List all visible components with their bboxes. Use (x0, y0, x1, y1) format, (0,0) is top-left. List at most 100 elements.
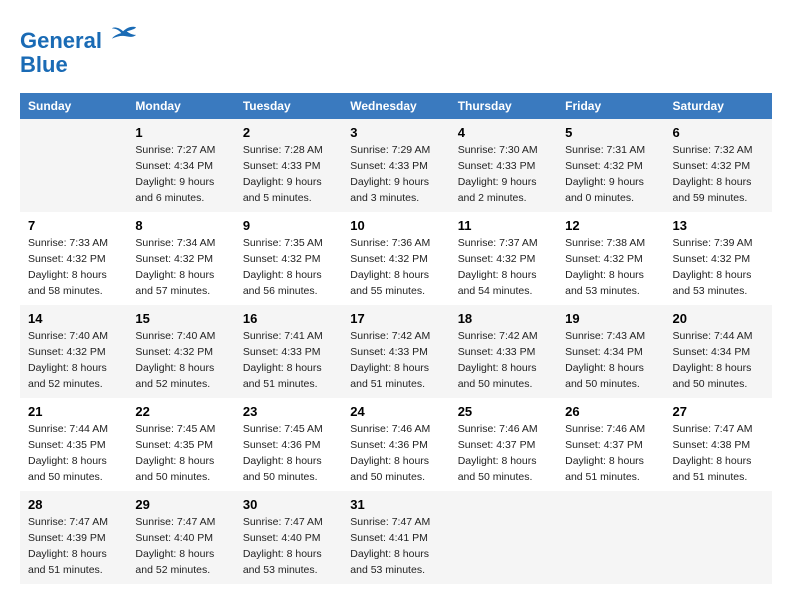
calendar-cell: 30 Sunrise: 7:47 AM Sunset: 4:40 PM Dayli… (235, 491, 342, 584)
calendar-cell: 27 Sunrise: 7:47 AM Sunset: 4:38 PM Dayli… (665, 398, 772, 491)
day-number: 3 (350, 125, 441, 140)
logo-blue: Blue (20, 52, 68, 77)
day-info: Sunrise: 7:38 AM Sunset: 4:32 PM Dayligh… (565, 236, 656, 299)
day-info: Sunrise: 7:47 AM Sunset: 4:40 PM Dayligh… (243, 515, 334, 578)
day-info: Sunrise: 7:46 AM Sunset: 4:36 PM Dayligh… (350, 422, 441, 485)
day-number: 13 (673, 218, 764, 233)
day-number: 25 (458, 404, 549, 419)
day-number: 30 (243, 497, 334, 512)
calendar-cell (557, 491, 664, 584)
day-info: Sunrise: 7:45 AM Sunset: 4:35 PM Dayligh… (135, 422, 226, 485)
day-number: 24 (350, 404, 441, 419)
day-number: 1 (135, 125, 226, 140)
calendar-cell: 9Sunrise: 7:35 AM Sunset: 4:32 PM Daylig… (235, 212, 342, 305)
calendar-cell: 2Sunrise: 7:28 AM Sunset: 4:33 PM Daylig… (235, 119, 342, 212)
calendar-cell: 10 Sunrise: 7:36 AM Sunset: 4:32 PM Dayli… (342, 212, 449, 305)
day-number: 10 (350, 218, 441, 233)
week-row-3: 14 Sunrise: 7:40 AM Sunset: 4:32 PM Dayli… (20, 305, 772, 398)
day-number: 15 (135, 311, 226, 326)
calendar-cell: 11 Sunrise: 7:37 AM Sunset: 4:32 PM Dayli… (450, 212, 557, 305)
day-number: 18 (458, 311, 549, 326)
day-number: 28 (28, 497, 119, 512)
day-number: 29 (135, 497, 226, 512)
day-number: 12 (565, 218, 656, 233)
day-info: Sunrise: 7:34 AM Sunset: 4:32 PM Dayligh… (135, 236, 226, 299)
calendar-cell: 8 Sunrise: 7:34 AM Sunset: 4:32 PM Daylig… (127, 212, 234, 305)
header-cell-tuesday: Tuesday (235, 93, 342, 119)
week-row-2: 7 Sunrise: 7:33 AM Sunset: 4:32 PM Daylig… (20, 212, 772, 305)
day-number: 23 (243, 404, 334, 419)
header-cell-wednesday: Wednesday (342, 93, 449, 119)
day-info: Sunrise: 7:47 AM Sunset: 4:38 PM Dayligh… (673, 422, 764, 485)
header-cell-thursday: Thursday (450, 93, 557, 119)
calendar-cell: 5 Sunrise: 7:31 AM Sunset: 4:32 PM Daylig… (557, 119, 664, 212)
header-cell-saturday: Saturday (665, 93, 772, 119)
day-info: Sunrise: 7:32 AM Sunset: 4:32 PM Dayligh… (673, 143, 764, 206)
day-number: 31 (350, 497, 441, 512)
header-cell-monday: Monday (127, 93, 234, 119)
day-info: Sunrise: 7:31 AM Sunset: 4:32 PM Dayligh… (565, 143, 656, 206)
week-row-4: 21 Sunrise: 7:44 AM Sunset: 4:35 PM Dayli… (20, 398, 772, 491)
day-info: Sunrise: 7:35 AM Sunset: 4:32 PM Dayligh… (243, 236, 334, 299)
day-info: Sunrise: 7:43 AM Sunset: 4:34 PM Dayligh… (565, 329, 656, 392)
header-row: SundayMondayTuesdayWednesdayThursdayFrid… (20, 93, 772, 119)
day-info: Sunrise: 7:33 AM Sunset: 4:32 PM Dayligh… (28, 236, 119, 299)
day-number: 19 (565, 311, 656, 326)
calendar-cell: 29 Sunrise: 7:47 AM Sunset: 4:40 PM Dayli… (127, 491, 234, 584)
calendar-cell: 23 Sunrise: 7:45 AM Sunset: 4:36 PM Dayli… (235, 398, 342, 491)
day-number: 11 (458, 218, 549, 233)
day-info: Sunrise: 7:44 AM Sunset: 4:34 PM Dayligh… (673, 329, 764, 392)
calendar-cell: 14Sunrise: 7:40 AM Sunset: 4:32 PM Dayli… (20, 305, 127, 398)
day-info: Sunrise: 7:27 AM Sunset: 4:34 PM Dayligh… (135, 143, 226, 206)
calendar-cell: 1 Sunrise: 7:27 AM Sunset: 4:34 PM Daylig… (127, 119, 234, 212)
page-header: General Blue (20, 20, 772, 77)
day-number: 6 (673, 125, 764, 140)
day-info: Sunrise: 7:30 AM Sunset: 4:33 PM Dayligh… (458, 143, 549, 206)
day-info: Sunrise: 7:46 AM Sunset: 4:37 PM Dayligh… (565, 422, 656, 485)
calendar-cell: 31 Sunrise: 7:47 AM Sunset: 4:41 PM Dayli… (342, 491, 449, 584)
calendar-cell: 19 Sunrise: 7:43 AM Sunset: 4:34 PM Dayli… (557, 305, 664, 398)
calendar-cell: 4 Sunrise: 7:30 AM Sunset: 4:33 PM Daylig… (450, 119, 557, 212)
day-number: 27 (673, 404, 764, 419)
day-info: Sunrise: 7:44 AM Sunset: 4:35 PM Dayligh… (28, 422, 119, 485)
calendar-cell: 18Sunrise: 7:42 AM Sunset: 4:33 PM Dayli… (450, 305, 557, 398)
calendar-cell: 13Sunrise: 7:39 AM Sunset: 4:32 PM Dayli… (665, 212, 772, 305)
day-info: Sunrise: 7:40 AM Sunset: 4:32 PM Dayligh… (135, 329, 226, 392)
calendar-cell: 15 Sunrise: 7:40 AM Sunset: 4:32 PM Dayli… (127, 305, 234, 398)
calendar-table: SundayMondayTuesdayWednesdayThursdayFrid… (20, 93, 772, 584)
day-number: 20 (673, 311, 764, 326)
day-info: Sunrise: 7:36 AM Sunset: 4:32 PM Dayligh… (350, 236, 441, 299)
day-info: Sunrise: 7:45 AM Sunset: 4:36 PM Dayligh… (243, 422, 334, 485)
calendar-cell: 26 Sunrise: 7:46 AM Sunset: 4:37 PM Dayli… (557, 398, 664, 491)
day-number: 8 (135, 218, 226, 233)
calendar-cell: 6 Sunrise: 7:32 AM Sunset: 4:32 PM Daylig… (665, 119, 772, 212)
logo-bird-icon (110, 20, 138, 48)
calendar-cell (450, 491, 557, 584)
day-number: 7 (28, 218, 119, 233)
calendar-cell: 25 Sunrise: 7:46 AM Sunset: 4:37 PM Dayli… (450, 398, 557, 491)
day-number: 22 (135, 404, 226, 419)
day-number: 4 (458, 125, 549, 140)
day-number: 5 (565, 125, 656, 140)
day-number: 14 (28, 311, 119, 326)
calendar-cell: 28Sunrise: 7:47 AM Sunset: 4:39 PM Dayli… (20, 491, 127, 584)
day-info: Sunrise: 7:28 AM Sunset: 4:33 PM Dayligh… (243, 143, 334, 206)
day-number: 16 (243, 311, 334, 326)
day-number: 17 (350, 311, 441, 326)
week-row-1: 1 Sunrise: 7:27 AM Sunset: 4:34 PM Daylig… (20, 119, 772, 212)
day-info: Sunrise: 7:47 AM Sunset: 4:40 PM Dayligh… (135, 515, 226, 578)
calendar-cell: 21 Sunrise: 7:44 AM Sunset: 4:35 PM Dayli… (20, 398, 127, 491)
header-cell-friday: Friday (557, 93, 664, 119)
day-info: Sunrise: 7:46 AM Sunset: 4:37 PM Dayligh… (458, 422, 549, 485)
header-cell-sunday: Sunday (20, 93, 127, 119)
day-info: Sunrise: 7:37 AM Sunset: 4:32 PM Dayligh… (458, 236, 549, 299)
day-number: 21 (28, 404, 119, 419)
day-info: Sunrise: 7:47 AM Sunset: 4:41 PM Dayligh… (350, 515, 441, 578)
day-info: Sunrise: 7:42 AM Sunset: 4:33 PM Dayligh… (350, 329, 441, 392)
calendar-cell: 22 Sunrise: 7:45 AM Sunset: 4:35 PM Dayli… (127, 398, 234, 491)
day-info: Sunrise: 7:29 AM Sunset: 4:33 PM Dayligh… (350, 143, 441, 206)
calendar-cell (20, 119, 127, 212)
day-number: 26 (565, 404, 656, 419)
logo: General Blue (20, 20, 138, 77)
calendar-cell: 7 Sunrise: 7:33 AM Sunset: 4:32 PM Daylig… (20, 212, 127, 305)
